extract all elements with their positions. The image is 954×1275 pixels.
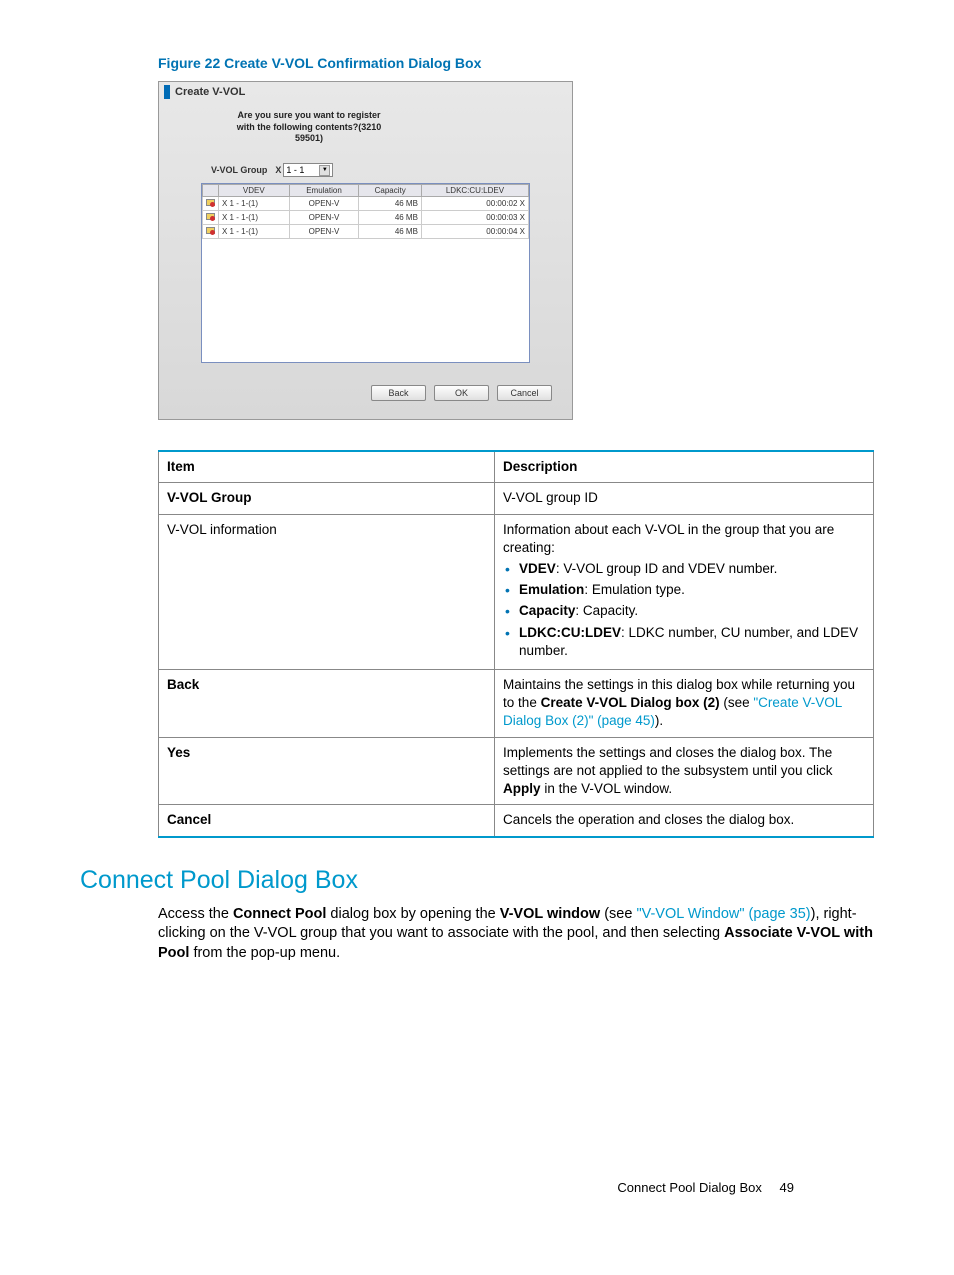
item-desc: V-VOL group ID [495, 483, 874, 514]
list-item: VDEV: V-VOL group ID and VDEV number. [503, 560, 865, 578]
table-header-row: VDEV Emulation Capacity LDKC:CU:LDEV [203, 185, 529, 197]
title-bar-accent [164, 85, 170, 99]
dialog-title-bar: Create V-VOL [159, 82, 572, 102]
item-label: Cancel [167, 812, 211, 827]
page-number: 49 [780, 1180, 794, 1195]
cancel-button[interactable]: Cancel [497, 385, 552, 401]
volume-icon [206, 226, 215, 235]
cell-vdev: X 1 - 1-(1) [219, 211, 290, 225]
col-capacity: Capacity [359, 185, 422, 197]
volume-icon [206, 212, 215, 221]
dropdown-value: 1 - 1 [286, 165, 304, 175]
cell-ldkc: 00:00:04 X [421, 225, 528, 239]
cell-vdev: X 1 - 1-(1) [219, 197, 290, 211]
cell-emulation: OPEN-V [289, 225, 359, 239]
confirm-line-1: Are you sure you want to register [229, 110, 389, 122]
item-label: V-VOL Group [167, 490, 252, 505]
ok-button[interactable]: OK [434, 385, 489, 401]
table-row: V-VOL information Information about each… [159, 514, 874, 670]
item-label: Yes [167, 745, 190, 760]
header-description: Description [495, 451, 874, 483]
desc-intro: Information about each V-VOL in the grou… [503, 522, 834, 555]
item-label: Back [167, 677, 199, 692]
item-desc: Implements the settings and closes the d… [495, 737, 874, 805]
vvol-table: VDEV Emulation Capacity LDKC:CU:LDEV X 1… [202, 184, 529, 239]
table-row: V-VOL Group V-VOL group ID [159, 483, 874, 514]
vvol-group-prefix: X [275, 165, 281, 175]
confirm-line-2: with the following contents?(3210 59501) [229, 122, 389, 145]
cell-capacity: 46 MB [359, 197, 422, 211]
table-row: Cancel Cancels the operation and closes … [159, 805, 874, 837]
vvol-group-selector: V-VOL Group X 1 - 1 ▼ [211, 163, 572, 177]
list-item: Emulation: Emulation type. [503, 581, 865, 599]
figure-caption: Figure 22 Create V-VOL Confirmation Dial… [158, 55, 874, 71]
volume-icon [206, 198, 215, 207]
item-desc: Information about each V-VOL in the grou… [495, 514, 874, 670]
back-button[interactable]: Back [371, 385, 426, 401]
list-item: LDKC:CU:LDEV: LDKC number, CU number, an… [503, 624, 865, 660]
dialog-title: Create V-VOL [175, 86, 245, 98]
cell-ldkc: 00:00:02 X [421, 197, 528, 211]
header-item: Item [159, 451, 495, 483]
section-body: Access the Connect Pool dialog box by op… [158, 905, 874, 964]
table-row: Yes Implements the settings and closes t… [159, 737, 874, 805]
col-vdev: VDEV [219, 185, 290, 197]
table-row[interactable]: X 1 - 1-(1) OPEN-V 46 MB 00:00:02 X [203, 197, 529, 211]
vvol-group-label: V-VOL Group [211, 165, 267, 175]
cell-vdev: X 1 - 1-(1) [219, 225, 290, 239]
cell-ldkc: 00:00:03 X [421, 211, 528, 225]
link-vvol-window[interactable]: "V-VOL Window" (page 35) [636, 906, 810, 922]
footer-text: Connect Pool Dialog Box [617, 1180, 762, 1195]
item-desc: Cancels the operation and closes the dia… [495, 805, 874, 837]
cell-capacity: 46 MB [359, 225, 422, 239]
cell-emulation: OPEN-V [289, 197, 359, 211]
vvol-group-dropdown[interactable]: 1 - 1 ▼ [283, 163, 333, 177]
table-row[interactable]: X 1 - 1-(1) OPEN-V 46 MB 00:00:04 X [203, 225, 529, 239]
page-footer: Connect Pool Dialog Box 49 [617, 1180, 794, 1195]
table-row[interactable]: X 1 - 1-(1) OPEN-V 46 MB 00:00:03 X [203, 211, 529, 225]
list-item: Capacity: Capacity. [503, 602, 865, 620]
table-row: Back Maintains the settings in this dial… [159, 670, 874, 738]
cell-capacity: 46 MB [359, 211, 422, 225]
cell-emulation: OPEN-V [289, 211, 359, 225]
vvol-table-container: VDEV Emulation Capacity LDKC:CU:LDEV X 1… [201, 183, 530, 363]
col-ldkc: LDKC:CU:LDEV [421, 185, 528, 197]
section-heading: Connect Pool Dialog Box [80, 866, 874, 895]
item-label: V-VOL information [159, 514, 495, 670]
dialog-box: Create V-VOL Are you sure you want to re… [158, 81, 573, 420]
item-desc: Maintains the settings in this dialog bo… [495, 670, 874, 738]
dialog-button-row: Back OK Cancel [159, 385, 552, 401]
description-table: Item Description V-VOL Group V-VOL group… [158, 450, 874, 838]
chevron-down-icon: ▼ [319, 165, 330, 176]
confirmation-message: Are you sure you want to register with t… [229, 110, 389, 145]
col-emulation: Emulation [289, 185, 359, 197]
